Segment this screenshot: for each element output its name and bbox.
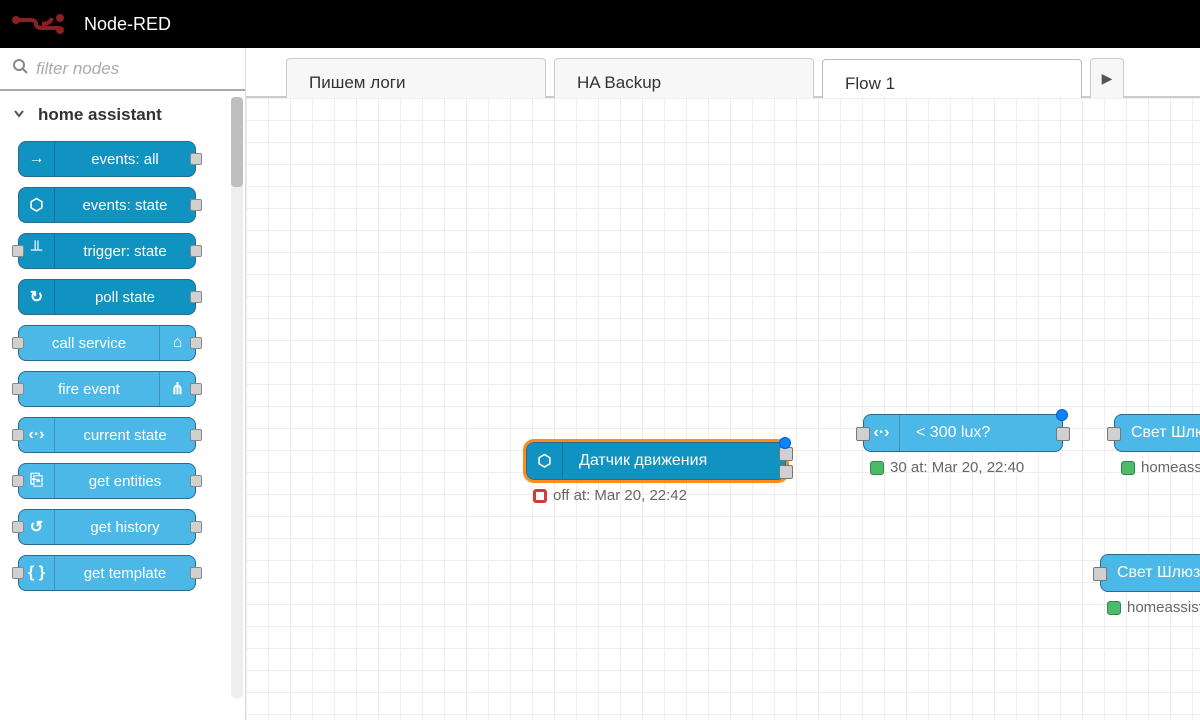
node-port-out[interactable] bbox=[190, 337, 202, 349]
palette-category-header[interactable]: home assistant bbox=[0, 91, 245, 137]
arrow-right-icon: → bbox=[19, 142, 55, 176]
node-port-in[interactable] bbox=[1107, 427, 1121, 441]
filter-nodes-input[interactable] bbox=[36, 59, 233, 79]
node-port-out[interactable] bbox=[190, 521, 202, 533]
flow-node-label: Свет Шлюз ВЫКЛ bbox=[1101, 564, 1200, 582]
palette-category-label: home assistant bbox=[38, 105, 162, 125]
main: home assistant →events: all⬡events: stat… bbox=[0, 48, 1200, 720]
node-port-in[interactable] bbox=[12, 521, 24, 533]
palette-node[interactable]: fire event⋔ bbox=[18, 371, 196, 407]
palette-node[interactable]: ╨trigger: state bbox=[18, 233, 196, 269]
status-dot-icon bbox=[1121, 461, 1135, 475]
flow-node-motion[interactable]: ⬡Датчик движенияoff at: Mar 20, 22:42 bbox=[526, 442, 786, 480]
flow-canvas[interactable]: ⬡Датчик движенияoff at: Mar 20, 22:42‹·›… bbox=[246, 98, 1200, 720]
status-text: 30 at: Mar 20, 22:40 bbox=[890, 459, 1024, 476]
palette-node-label: fire event bbox=[19, 381, 159, 398]
workspace: Пишем логиHA BackupFlow 1 ▶ ⬡Датчик движе… bbox=[246, 48, 1200, 720]
node-port-out[interactable] bbox=[1056, 427, 1070, 441]
palette-sidebar: home assistant →events: all ⬡events: stat… bbox=[0, 48, 246, 720]
node-port-out[interactable] bbox=[190, 383, 202, 395]
flow-node-off[interactable]: Свет Шлюз ВЫКЛ⌂homeassistant.turn_off at… bbox=[1100, 554, 1200, 592]
flow-node-label: < 300 lux? bbox=[900, 424, 1006, 442]
palette-node[interactable]: { }get template bbox=[18, 555, 196, 591]
node-port-out[interactable] bbox=[779, 447, 793, 461]
flow-node-on[interactable]: Свет Шлюз ВКЛ⌂homeassistant.turn_on at: … bbox=[1114, 414, 1200, 452]
status-dot-icon bbox=[870, 461, 884, 475]
node-port-in[interactable] bbox=[12, 245, 24, 257]
node-port-out[interactable] bbox=[190, 199, 202, 211]
node-port-out[interactable] bbox=[190, 429, 202, 441]
nodered-logo-icon bbox=[12, 14, 68, 34]
palette-node-label: call service bbox=[19, 335, 159, 352]
node-port-in[interactable] bbox=[1093, 567, 1107, 581]
palette-node[interactable]: ⎘get entities bbox=[18, 463, 196, 499]
node-status: off at: Mar 20, 22:42 bbox=[533, 487, 687, 504]
flow-tab[interactable]: Пишем логи bbox=[286, 58, 546, 98]
palette-scrollbar-thumb[interactable] bbox=[231, 97, 243, 187]
status-dot-icon bbox=[1107, 601, 1121, 615]
palette-node[interactable]: ⬡events: state bbox=[18, 187, 196, 223]
changed-indicator-icon bbox=[779, 437, 791, 449]
palette-node[interactable]: call service⌂ bbox=[18, 325, 196, 361]
node-port-out[interactable] bbox=[779, 465, 793, 479]
node-status: 30 at: Mar 20, 22:40 bbox=[870, 459, 1024, 476]
node-status: homeassistant.turn_off at: Mar 20, 22:42 bbox=[1107, 599, 1200, 616]
palette-node[interactable]: ↻poll state bbox=[18, 279, 196, 315]
node-status: homeassistant.turn_on at: Mar 20, 22:40 bbox=[1121, 459, 1200, 476]
history-icon: ↺ bbox=[19, 510, 55, 544]
clock-arrow-icon: ↻ bbox=[19, 280, 55, 314]
flow-tab[interactable]: HA Backup bbox=[554, 58, 814, 98]
palette-node-label: get history bbox=[55, 519, 195, 536]
flow-node-lux[interactable]: ‹·›< 300 lux?30 at: Mar 20, 22:40 bbox=[863, 414, 1063, 452]
wires-layer bbox=[246, 98, 546, 248]
node-port-out[interactable] bbox=[190, 475, 202, 487]
tab-scroll-right-button[interactable]: ▶ bbox=[1090, 58, 1124, 98]
flow-tabs: Пишем логиHA BackupFlow 1 ▶ bbox=[246, 48, 1200, 98]
node-port-in[interactable] bbox=[12, 429, 24, 441]
pulse-icon: ╨ bbox=[19, 234, 55, 268]
palette-node-label: events: all bbox=[55, 151, 195, 168]
node-port-in[interactable] bbox=[12, 383, 24, 395]
doc-arrow-icon: ⎘ bbox=[19, 464, 55, 498]
node-port-out[interactable] bbox=[190, 245, 202, 257]
palette-node-label: events: state bbox=[55, 197, 195, 214]
status-text: homeassistant.turn_off at: Mar 20, 22:42 bbox=[1127, 599, 1200, 616]
palette-node-label: poll state bbox=[55, 289, 195, 306]
hex-arrow-icon: ⬡ bbox=[527, 443, 563, 479]
braces-icon: { } bbox=[19, 556, 55, 590]
status-text: off at: Mar 20, 22:42 bbox=[553, 487, 687, 504]
palette-body: home assistant →events: all ⬡events: stat… bbox=[0, 91, 245, 717]
palette-node-label: current state bbox=[55, 427, 195, 444]
palette-scrollbar[interactable] bbox=[231, 97, 243, 698]
node-port-out[interactable] bbox=[190, 567, 202, 579]
app-header: Node-RED bbox=[0, 0, 1200, 48]
node-port-out[interactable] bbox=[190, 291, 202, 303]
palette-node[interactable]: →events: all bbox=[18, 141, 196, 177]
app-logo: Node-RED bbox=[12, 14, 171, 35]
code-arrows-icon: ‹·› bbox=[19, 418, 55, 452]
app-title: Node-RED bbox=[84, 14, 171, 35]
changed-indicator-icon bbox=[1056, 409, 1068, 421]
node-port-in[interactable] bbox=[12, 567, 24, 579]
palette-node-list: →events: all ⬡events: state ╨trigger: stat… bbox=[0, 137, 245, 599]
node-port-in[interactable] bbox=[856, 427, 870, 441]
palette-node[interactable]: ‹·›current state bbox=[18, 417, 196, 453]
palette-node-label: get entities bbox=[55, 473, 195, 490]
node-port-in[interactable] bbox=[12, 475, 24, 487]
palette-node-label: trigger: state bbox=[55, 243, 195, 260]
palette-filter bbox=[0, 48, 245, 91]
palette-node[interactable]: ↺get history bbox=[18, 509, 196, 545]
search-icon bbox=[12, 58, 28, 79]
hex-arrow-icon: ⬡ bbox=[19, 188, 55, 222]
palette-node-label: get template bbox=[55, 565, 195, 582]
play-icon: ▶ bbox=[1102, 70, 1113, 87]
chevron-down-icon bbox=[12, 105, 26, 125]
status-text: homeassistant.turn_on at: Mar 20, 22:40 bbox=[1141, 459, 1200, 476]
status-dot-icon bbox=[533, 489, 547, 503]
flow-tab[interactable]: Flow 1 bbox=[822, 59, 1082, 99]
flow-node-label: Датчик движения bbox=[563, 452, 723, 470]
flow-node-label: Свет Шлюз ВКЛ bbox=[1115, 424, 1200, 442]
node-port-out[interactable] bbox=[190, 153, 202, 165]
node-port-in[interactable] bbox=[12, 337, 24, 349]
